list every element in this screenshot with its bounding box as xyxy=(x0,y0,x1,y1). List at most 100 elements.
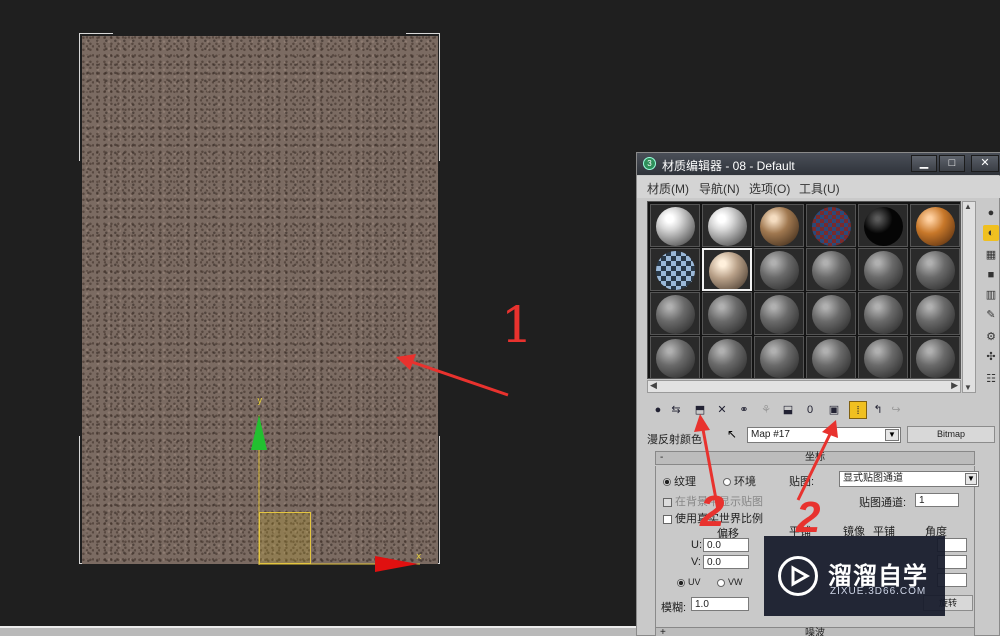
backlight-icon[interactable]: ◐ xyxy=(983,225,999,241)
material-sphere-icon xyxy=(708,207,747,246)
material-sphere-icon xyxy=(708,295,747,334)
side-toolbar: ● ◐ ▦ ■ ▥ ✎ ⚙ ✣ ☷ xyxy=(981,201,1000,401)
material-sphere-icon xyxy=(760,295,799,334)
options-icon[interactable]: ⚙ xyxy=(983,329,999,345)
minimize-button[interactable]: ▁ xyxy=(911,155,937,172)
sample-slots-grid xyxy=(647,201,961,379)
material-slot[interactable] xyxy=(754,248,804,291)
material-sphere-icon xyxy=(916,339,955,378)
material-sphere-icon xyxy=(812,339,851,378)
material-slot[interactable] xyxy=(806,292,856,335)
vw-radio[interactable]: VW xyxy=(717,577,743,587)
material-slot[interactable] xyxy=(858,204,908,247)
watermark-subtitle: ZIXUE.3D66.COM xyxy=(830,586,927,597)
material-slot[interactable] xyxy=(702,204,752,247)
annotation-arrow-1 xyxy=(396,354,509,397)
material-map-navigator-icon[interactable]: ☷ xyxy=(983,371,999,387)
watermark: 溜溜自学 ZIXUE.3D66.COM xyxy=(764,536,945,616)
material-slot[interactable] xyxy=(650,204,700,247)
scroll-left-icon[interactable]: ◀ xyxy=(650,380,657,391)
v-label: V: xyxy=(691,556,701,568)
play-logo-icon xyxy=(778,556,818,596)
max-viewport-stage: y x 1 3 材质编辑器 - 08 - Default ▁ □ ✕ 材质(M)… xyxy=(0,0,1000,636)
slots-vertical-scrollbar[interactable]: ▲ ▼ xyxy=(962,201,976,393)
menu-utilities[interactable]: 工具(U) xyxy=(799,180,840,197)
map-type-button[interactable]: Bitmap xyxy=(907,426,995,443)
material-slot[interactable] xyxy=(858,248,908,291)
go-forward-sibling-icon[interactable]: ↪ xyxy=(887,401,905,419)
blur-label: 模糊: xyxy=(661,602,687,614)
status-bar-strip xyxy=(0,626,640,636)
material-sphere-icon xyxy=(709,252,748,289)
background-checker-icon[interactable]: ▦ xyxy=(983,247,999,263)
material-slot[interactable] xyxy=(754,292,804,335)
maximize-button[interactable]: □ xyxy=(939,155,965,172)
map-channel-spinner[interactable]: 1 xyxy=(915,493,959,507)
material-sphere-icon xyxy=(656,251,695,290)
uv-radio[interactable]: UV xyxy=(677,577,701,587)
menu-material[interactable]: 材质(M) xyxy=(647,180,689,197)
sample-type-icon[interactable]: ● xyxy=(983,205,999,221)
noise-rollout-header[interactable]: + 噪波 xyxy=(655,627,975,636)
material-sphere-icon xyxy=(864,339,903,378)
material-slot[interactable] xyxy=(806,204,856,247)
gizmo-y-arrow xyxy=(251,415,267,450)
map-name-dropdown-icon[interactable]: ▼ xyxy=(885,429,899,441)
title-bar[interactable]: 3 材质编辑器 - 08 - Default ▁ □ ✕ xyxy=(637,153,1000,175)
material-sphere-icon xyxy=(708,339,747,378)
material-slot[interactable] xyxy=(806,336,856,379)
material-sphere-icon xyxy=(656,295,695,334)
material-slot[interactable] xyxy=(702,336,752,379)
gizmo-x-arrow xyxy=(375,556,418,572)
annotation-2a: 2 xyxy=(700,487,725,536)
scroll-up-icon[interactable]: ▲ xyxy=(964,202,972,211)
mapping-select[interactable]: 显式贴图通道 xyxy=(839,471,979,487)
get-material-icon[interactable]: ● xyxy=(649,401,667,419)
mapping-dropdown-icon[interactable]: ▼ xyxy=(965,473,977,485)
menu-navigation[interactable]: 导航(N) xyxy=(699,180,740,197)
material-slot[interactable] xyxy=(858,336,908,379)
material-slot[interactable] xyxy=(806,248,856,291)
annotation-2b: 2 xyxy=(796,493,821,542)
material-slot[interactable] xyxy=(910,248,960,291)
gizmo-plane-handle[interactable] xyxy=(259,512,311,564)
material-slot[interactable] xyxy=(910,336,960,379)
scroll-down-icon[interactable]: ▼ xyxy=(964,383,972,392)
slots-horizontal-scrollbar[interactable]: ◀ ▶ xyxy=(647,380,961,393)
material-sphere-icon xyxy=(760,251,799,290)
v-offset-field[interactable]: 0.0 xyxy=(703,555,749,569)
sample-uv-tiling-icon[interactable]: ■ xyxy=(983,267,999,283)
u-offset-field[interactable]: 0.0 xyxy=(703,538,749,552)
window-title: 材质编辑器 - 08 - Default xyxy=(662,159,795,173)
blur-spinner[interactable]: 1.0 xyxy=(691,597,749,611)
material-sphere-icon xyxy=(656,339,695,378)
menu-bar: 材质(M) 导航(N) 选项(O) 工具(U) xyxy=(637,176,1000,198)
show-end-result-icon[interactable]: ⁞ xyxy=(849,401,867,419)
material-slot[interactable] xyxy=(754,204,804,247)
material-slot[interactable] xyxy=(702,292,752,335)
menu-options[interactable]: 选项(O) xyxy=(749,180,790,197)
material-sphere-icon xyxy=(656,207,695,246)
select-by-material-icon[interactable]: ✣ xyxy=(983,349,999,365)
u-label: U: xyxy=(691,539,702,551)
material-slot[interactable] xyxy=(858,292,908,335)
material-slot[interactable] xyxy=(754,336,804,379)
material-slot[interactable] xyxy=(650,248,700,291)
material-slot[interactable] xyxy=(910,204,960,247)
noise-rollout-title: 噪波 xyxy=(805,628,825,636)
go-to-parent-icon[interactable]: ↰ xyxy=(869,401,887,419)
map-channel-label: 贴图通道: xyxy=(859,497,907,509)
material-slot[interactable] xyxy=(910,292,960,335)
close-button[interactable]: ✕ xyxy=(971,155,999,172)
material-slot[interactable] xyxy=(702,248,752,291)
material-sphere-icon xyxy=(760,207,799,246)
material-slot[interactable] xyxy=(650,292,700,335)
material-sphere-icon xyxy=(864,207,903,246)
material-slot[interactable] xyxy=(650,336,700,379)
make-preview-icon[interactable]: ✎ xyxy=(983,307,999,323)
scroll-right-icon[interactable]: ▶ xyxy=(951,380,958,391)
material-sphere-icon xyxy=(812,251,851,290)
material-sphere-icon xyxy=(916,207,955,246)
axis-y-label: y xyxy=(257,396,263,406)
video-color-check-icon[interactable]: ▥ xyxy=(983,287,999,303)
